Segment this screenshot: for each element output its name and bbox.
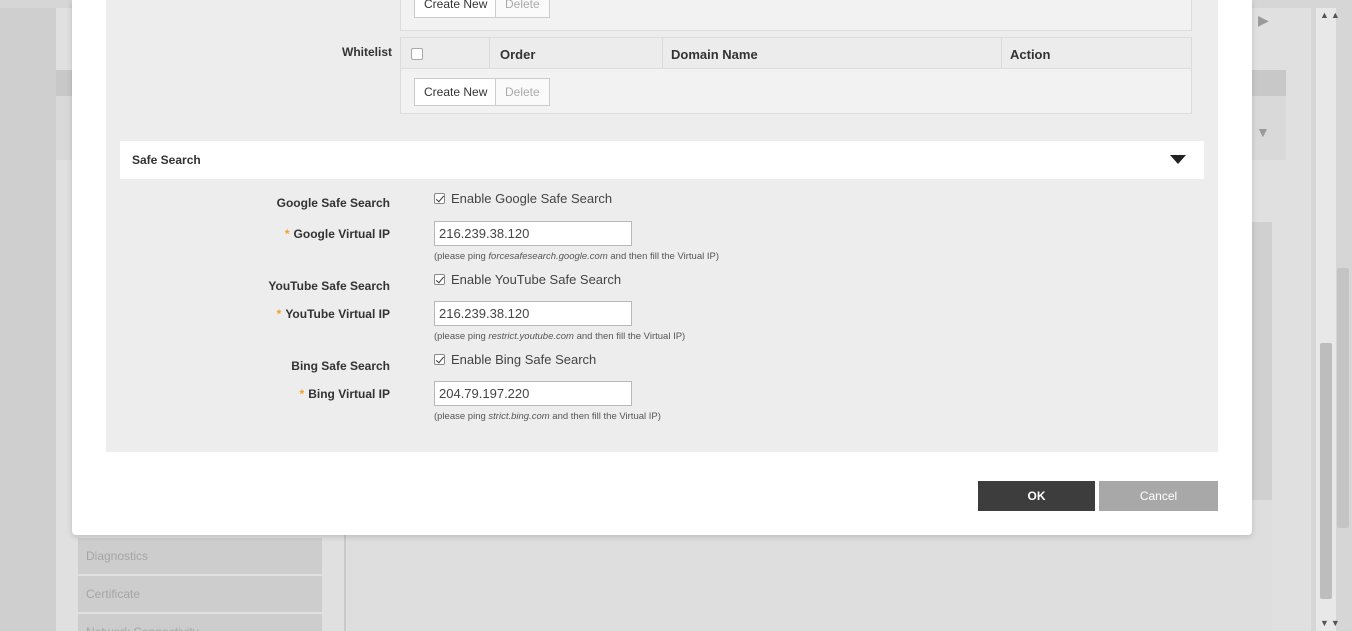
bing-safe-search-label: Bing Safe Search: [291, 359, 390, 373]
google-safe-search-checkbox-label: Enable Google Safe Search: [451, 191, 613, 206]
google-safe-search-checkbox[interactable]: [434, 193, 445, 204]
scrollbar-thumb[interactable]: [1320, 343, 1332, 599]
bg-sidebar-item-network-connectivity[interactable]: Network Connectivity: [78, 614, 322, 631]
bing-safe-search-checkbox[interactable]: [434, 354, 445, 365]
whitelist-create-new-button[interactable]: Create New: [414, 78, 498, 106]
scroll-up-icon[interactable]: ▲▲: [1320, 10, 1342, 20]
youtube-safe-search-checkbox-label: Enable YouTube Safe Search: [451, 272, 622, 287]
blacklist-table: Create New Delete: [400, 0, 1192, 31]
scroll-down-icon[interactable]: ▼▼: [1320, 618, 1342, 628]
bing-virtual-ip-label-text: Bing Virtual IP: [308, 387, 390, 401]
outer-scrollbar-thumb[interactable]: [1337, 268, 1349, 528]
column-divider: [662, 38, 663, 69]
hint-domain: restrict.youtube.com: [488, 331, 574, 342]
youtube-virtual-ip-label: * YouTube Virtual IP: [206, 307, 390, 321]
cancel-button[interactable]: Cancel: [1099, 481, 1218, 511]
google-safe-search-label: Google Safe Search: [276, 196, 390, 210]
whitelist-table-header: Order Domain Name Action: [401, 38, 1191, 69]
ok-button[interactable]: OK: [978, 481, 1095, 511]
hint-prefix: (please ping: [434, 411, 489, 422]
hint-domain: forcesafesearch.google.com: [488, 251, 608, 262]
hint-suffix: and then fill the Virtual IP): [549, 411, 661, 422]
column-header-order[interactable]: Order: [500, 47, 535, 62]
bg-arrow-down-icon: ▼: [1256, 124, 1270, 140]
youtube-safe-search-checkbox-row[interactable]: Enable YouTube Safe Search: [434, 272, 621, 287]
column-header-domain-name[interactable]: Domain Name: [671, 47, 758, 62]
bg-left-panel: [0, 8, 56, 631]
hint-domain: strict.bing.com: [488, 411, 550, 422]
caret-down-icon[interactable]: [1170, 155, 1186, 164]
youtube-virtual-ip-label-text: YouTube Virtual IP: [285, 307, 390, 321]
column-header-action[interactable]: Action: [1010, 47, 1050, 62]
hint-prefix: (please ping: [434, 331, 489, 342]
whitelist-delete-button[interactable]: Delete: [495, 78, 550, 106]
required-marker: *: [284, 227, 290, 241]
dialog-body: Create New Delete Whitelist Order Domain…: [106, 0, 1218, 452]
whitelist-select-all-checkbox[interactable]: [411, 48, 423, 60]
bg-arrow-right-icon: ▶: [1258, 12, 1269, 28]
safe-search-section-title: Safe Search: [132, 153, 201, 167]
google-virtual-ip-hint: (please ping forcesafesearch.google.com …: [434, 251, 719, 262]
bing-virtual-ip-label: * Bing Virtual IP: [206, 387, 390, 401]
whitelist-table: Order Domain Name Action Create New Dele…: [400, 37, 1192, 114]
youtube-virtual-ip-input[interactable]: [434, 301, 632, 326]
bing-safe-search-checkbox-label: Enable Bing Safe Search: [451, 352, 597, 367]
youtube-safe-search-label: YouTube Safe Search: [268, 279, 390, 293]
hint-suffix: and then fill the Virtual IP): [573, 331, 686, 342]
bg-sidebar-item-certificate[interactable]: Certificate: [78, 576, 322, 612]
whitelist-label: Whitelist: [342, 45, 392, 59]
required-marker: *: [299, 387, 305, 401]
hint-suffix: and then fill the Virtual IP): [607, 251, 719, 262]
bing-safe-search-checkbox-row[interactable]: Enable Bing Safe Search: [434, 352, 596, 367]
youtube-safe-search-checkbox[interactable]: [434, 274, 445, 285]
blacklist-delete-button[interactable]: Delete: [495, 0, 550, 18]
bing-virtual-ip-input[interactable]: [434, 381, 632, 406]
column-divider: [1001, 38, 1002, 69]
blacklist-create-new-button[interactable]: Create New: [414, 0, 498, 18]
bg-sidebar-item-diagnostics[interactable]: Diagnostics: [78, 538, 322, 574]
youtube-virtual-ip-hint: (please ping restrict.youtube.com and th…: [434, 331, 685, 342]
google-safe-search-checkbox-row[interactable]: Enable Google Safe Search: [434, 191, 612, 206]
bing-virtual-ip-hint: (please ping strict.bing.com and then fi…: [434, 411, 661, 422]
safe-search-section-header[interactable]: Safe Search: [120, 141, 1204, 179]
hint-prefix: (please ping: [434, 251, 489, 262]
edit-dialog: Create New Delete Whitelist Order Domain…: [72, 0, 1252, 535]
google-virtual-ip-label-text: Google Virtual IP: [293, 227, 390, 241]
required-marker: *: [276, 307, 282, 321]
column-divider: [489, 38, 490, 69]
google-virtual-ip-label: * Google Virtual IP: [206, 227, 390, 241]
google-virtual-ip-input[interactable]: [434, 221, 632, 246]
